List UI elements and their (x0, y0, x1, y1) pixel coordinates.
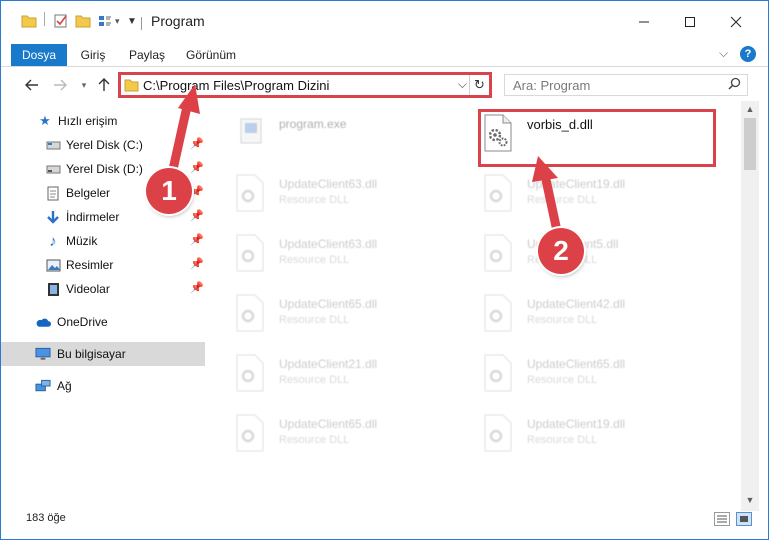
download-icon (45, 209, 61, 225)
computer-icon (35, 346, 51, 362)
pin-icon[interactable]: 📌 (190, 137, 204, 150)
status-bar: 183 öğe (1, 509, 768, 531)
pin-icon[interactable]: 📌 (190, 233, 204, 246)
scroll-up-arrow-icon[interactable]: ▲ (741, 101, 759, 117)
navigation-bar: ▾ C:\Program Files\Program Dizini ⌵ ↻ Ar… (1, 70, 768, 100)
music-icon: ♪ (49, 232, 57, 250)
pin-icon[interactable]: 📌 (190, 161, 204, 174)
minimize-button[interactable] (621, 7, 667, 37)
dll-gear-icon (233, 173, 267, 213)
sidebar-item-network[interactable]: Ağ (1, 374, 205, 398)
pin-icon[interactable]: 📌 (190, 209, 204, 222)
dll-gear-icon (233, 353, 267, 393)
dll-gear-icon (233, 413, 267, 453)
vertical-scrollbar[interactable]: ▲ ▼ (741, 101, 759, 511)
drive-icon (45, 161, 61, 177)
folder-icon (21, 12, 37, 30)
network-icon (35, 378, 51, 394)
title-separator (141, 17, 142, 30)
list-item[interactable]: UpdateClient63.dll Resource DLL (215, 167, 455, 227)
title-bar: ▾ ▼ Program (1, 1, 768, 39)
star-icon: ★ (39, 113, 51, 128)
video-icon (45, 281, 61, 297)
tab-paylas[interactable]: Paylaş (125, 44, 169, 66)
list-item[interactable]: UpdateClient65.dll Resource DLL (215, 287, 455, 347)
sidebar-item-local-disk-c[interactable]: Yerel Disk (C:) 📌 (1, 133, 205, 157)
qa-chevron-down-icon[interactable]: ▾ (115, 12, 120, 30)
ribbon-divider (1, 66, 768, 67)
pictures-icon (45, 257, 61, 273)
maximize-button[interactable] (667, 7, 713, 37)
list-item[interactable]: UpdateClient65.dll Resource DLL (463, 347, 703, 407)
dll-gear-icon (233, 233, 267, 273)
forward-arrow-icon[interactable] (49, 74, 71, 96)
address-bar[interactable]: C:\Program Files\Program Dizini ⌵ ↻ (118, 72, 492, 98)
dll-gear-icon (481, 173, 515, 213)
tab-giris[interactable]: Giriş (73, 44, 113, 66)
list-item[interactable]: UpdateClient65.dll Resource DLL (215, 407, 455, 467)
documents-icon (45, 185, 61, 201)
list-item[interactable]: UpdateClient19.dll Resource DLL (463, 407, 703, 467)
step-marker-two: 2 (538, 228, 584, 274)
search-icon[interactable] (728, 77, 741, 93)
pin-icon[interactable]: 📌 (190, 185, 204, 198)
list-item[interactable]: UpdateClient21.dll Resource DLL (215, 347, 455, 407)
details-view-icon[interactable] (714, 512, 730, 526)
scroll-thumb[interactable] (744, 118, 756, 170)
tab-dosya[interactable]: Dosya (11, 44, 67, 66)
cloud-icon (35, 314, 51, 330)
customize-qa-icon[interactable]: ▼ (127, 12, 137, 30)
search-box[interactable]: Ara: Program (504, 74, 748, 96)
explorer-window: ▾ ▼ Program Dosya Giriş Paylaş Görünüm ⌵… (0, 0, 769, 540)
back-arrow-icon[interactable] (21, 74, 43, 96)
refresh-icon[interactable]: ↻ (469, 75, 489, 95)
ribbon-tabs: Dosya Giriş Paylaş Görünüm ⌵ ? (1, 44, 768, 66)
recent-locations-chevron-icon[interactable]: ▾ (73, 74, 95, 96)
ribbon-expand-chevron-icon[interactable]: ⌵ (719, 46, 728, 61)
step-marker-one: 1 (146, 168, 192, 214)
help-icon[interactable]: ? (740, 46, 756, 62)
new-folder-icon[interactable] (75, 12, 91, 30)
navigation-pane: ★ Hızlı erişim Yerel Disk (C:) 📌 Yerel D… (1, 105, 205, 501)
view-options-icon[interactable] (97, 12, 113, 30)
tab-gorunum[interactable]: Görünüm (181, 44, 241, 66)
address-path[interactable]: C:\Program Files\Program Dizini (143, 78, 329, 93)
scroll-down-arrow-icon[interactable]: ▼ (741, 492, 759, 508)
sidebar-item-this-pc[interactable]: Bu bilgisayar (1, 342, 205, 366)
address-chevron-down-icon[interactable]: ⌵ (458, 77, 467, 92)
drive-icon (45, 137, 61, 153)
item-count: 183 öğe (26, 512, 66, 524)
search-input[interactable]: Ara: Program (513, 78, 590, 93)
list-item[interactable]: program.exe (215, 107, 455, 167)
qa-separator (44, 12, 45, 26)
address-folder-icon (124, 78, 139, 95)
list-item[interactable]: UpdateClient42.dll Resource DLL (463, 287, 703, 347)
properties-icon[interactable] (53, 12, 69, 30)
file-highlight-box (478, 109, 716, 167)
dll-gear-icon (481, 413, 515, 453)
window-title: Program (151, 13, 205, 29)
sidebar-item-videos[interactable]: Videolar 📌 (1, 277, 205, 301)
up-arrow-icon[interactable] (93, 74, 115, 96)
sidebar-item-onedrive[interactable]: OneDrive (1, 310, 205, 334)
sidebar-item-music[interactable]: ♪ Müzik 📌 (1, 229, 205, 253)
list-item[interactable]: UpdateClient19.dll Resource DLL (463, 167, 703, 227)
large-icons-view-icon[interactable] (736, 512, 752, 526)
dll-gear-icon (481, 233, 515, 273)
dll-gear-icon (481, 293, 515, 333)
pin-icon[interactable]: 📌 (190, 281, 204, 294)
sidebar-item-quick-access[interactable]: ★ Hızlı erişim (1, 109, 205, 133)
pin-icon[interactable]: 📌 (190, 257, 204, 270)
close-button[interactable] (713, 7, 759, 37)
sidebar-item-pictures[interactable]: Resimler 📌 (1, 253, 205, 277)
dll-gear-icon (481, 353, 515, 393)
dll-gear-icon (233, 293, 267, 333)
list-item[interactable]: UpdateClient63.dll Resource DLL (215, 227, 455, 287)
executable-icon (233, 113, 267, 153)
